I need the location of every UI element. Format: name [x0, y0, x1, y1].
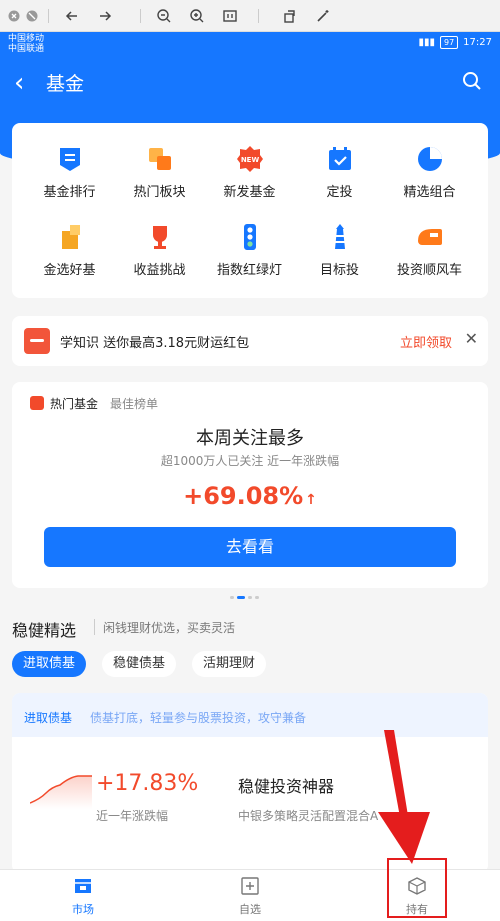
fund-tag: 进取债基: [24, 711, 73, 725]
hot-return: +69.08% ↑: [183, 482, 317, 510]
hot-subtitle: 最佳榜单: [110, 397, 159, 411]
fund-description: 中银多策略灵活配置混合A: [238, 809, 379, 823]
lighthouse-icon: [334, 224, 345, 249]
section-subtitle: 闲钱理财优选，买卖灵活: [103, 621, 236, 635]
magic-icon[interactable]: [313, 6, 333, 26]
pie-chart-icon: [417, 147, 442, 171]
grid-item-challenge[interactable]: 收益挑战: [112, 223, 207, 278]
fund-return-label: 近一年涨跌幅: [96, 809, 169, 823]
chip-steady-bond[interactable]: 稳健债基: [102, 651, 177, 677]
grid-item-hot-sectors[interactable]: 热门板块: [112, 145, 207, 200]
hot-caption: 超1000万人已关注 近一年涨跌幅: [160, 454, 340, 468]
browser-toolbar: [0, 0, 500, 32]
page-title: 基金: [46, 73, 85, 95]
stop-icon[interactable]: [22, 6, 42, 26]
fund-return: +17.83%: [96, 771, 199, 796]
rotate-icon[interactable]: [280, 6, 300, 26]
up-arrow-icon: ↑: [305, 492, 317, 508]
fit-icon[interactable]: [220, 6, 240, 26]
annotation-arrow: [378, 730, 430, 864]
clock: 17:27: [463, 37, 492, 48]
promo-text: 学知识 送你最高3.18元财运红包: [60, 336, 250, 351]
grid-item-gold-picks[interactable]: 金选好基: [22, 223, 117, 278]
carrier-text: 中国移动 中国联通: [8, 34, 45, 54]
status-bar: 中国移动 中国联通 ▮▮▮ 97 17:27: [0, 32, 500, 56]
chip-aggressive-bond[interactable]: 进取债基: [12, 651, 87, 677]
forward-arrow-icon[interactable]: [95, 6, 115, 26]
fund-tagline: 债基打底，轻量参与股票投资，攻守兼备: [90, 711, 307, 725]
calendar-check-icon: [328, 147, 351, 170]
add-square-icon: [241, 877, 259, 895]
hot-funds-card: 热门基金 最佳榜单 本周关注最多 超1000万人已关注 近一年涨跌幅 +69.0…: [12, 382, 488, 588]
train-icon: [417, 229, 442, 245]
status-right: ▮▮▮ 97 17:27: [418, 36, 492, 49]
fund-name: 稳健投资神器: [238, 777, 335, 796]
hot-trend-icon: [30, 396, 44, 410]
hot-headline: 本周关注最多: [196, 428, 304, 449]
sparkline-chart: [30, 775, 92, 809]
section-title: 稳健精选: [12, 621, 77, 640]
grid-item-target-invest[interactable]: 目标投: [292, 223, 387, 278]
close-icon[interactable]: ✕: [465, 329, 478, 348]
blocks-icon: [148, 148, 171, 170]
new-badge-icon: NEW: [236, 146, 263, 172]
claim-link[interactable]: 立即领取: [400, 332, 452, 351]
zoom-in-icon[interactable]: [187, 6, 207, 26]
back-arrow-icon[interactable]: [62, 6, 82, 26]
chip-current-wealth[interactable]: 活期理财: [192, 651, 267, 677]
tab-market[interactable]: 市场: [43, 876, 123, 917]
search-icon[interactable]: [462, 71, 482, 91]
view-button[interactable]: 去看看: [44, 527, 456, 567]
svg-text:NEW: NEW: [240, 156, 259, 164]
back-icon[interactable]: ‹: [14, 70, 24, 96]
signal-icon: ▮▮▮: [418, 37, 435, 48]
traffic-light-icon: [243, 224, 256, 250]
close-icon[interactable]: [4, 6, 24, 26]
tab-watchlist[interactable]: 自选: [210, 876, 290, 917]
red-envelope-icon: [24, 328, 50, 354]
annotation-highlight-box: [387, 858, 447, 918]
battery-level: 97: [439, 36, 459, 49]
grid-item-new-funds[interactable]: NEW 新发基金: [202, 145, 297, 200]
rank-list-icon: [59, 148, 80, 171]
trophy-icon: [152, 226, 167, 249]
hot-title: 热门基金: [50, 397, 99, 411]
trophy-block-icon: [61, 225, 80, 249]
grid-item-invest-ride[interactable]: 投资顺风车: [382, 223, 477, 278]
grid-item-index-lights[interactable]: 指数红绿灯: [202, 223, 297, 278]
zoom-out-icon[interactable]: [154, 6, 174, 26]
grid-item-portfolio[interactable]: 精选组合: [382, 145, 477, 200]
promo-banner[interactable]: 学知识 送你最高3.18元财运红包 立即领取 ✕: [12, 316, 488, 366]
grid-item-fund-rank[interactable]: 基金排行: [22, 145, 117, 200]
carousel-dots: [230, 596, 259, 599]
feature-grid: 基金排行 热门板块 NEW 新发基金 定投 精选组合 金选好基 收益挑战 指数红…: [12, 123, 488, 298]
store-icon: [75, 879, 91, 893]
grid-item-auto-invest[interactable]: 定投: [292, 145, 387, 200]
